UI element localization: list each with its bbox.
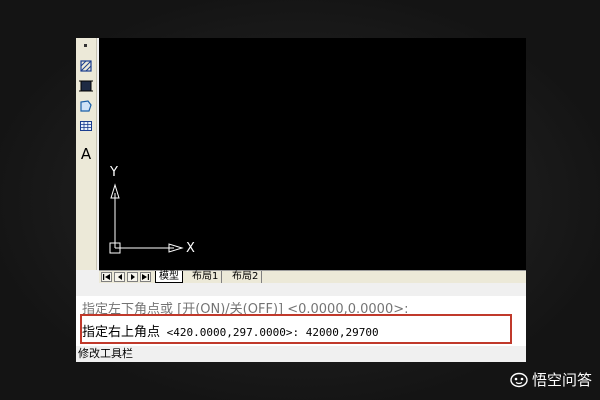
next-arrow-icon [130, 274, 135, 280]
first-tab-button[interactable] [101, 272, 112, 282]
ucs-icon [109, 183, 184, 254]
command-history-line: 指定左下角点或 [开(ON)/关(OFF)] <0.0000,0.0000>: [82, 302, 409, 314]
tab-model[interactable]: 模型 [155, 271, 183, 283]
command-default-value: <420.0000,297.0000>: [166, 326, 300, 339]
drawing-canvas[interactable]: Y X [99, 38, 526, 270]
multiline-text-icon[interactable]: A [78, 146, 94, 162]
status-bar: 修改工具栏 [76, 346, 526, 362]
multiline-text-glyph: A [80, 145, 92, 163]
command-prompt-line[interactable]: 指定右上角点 <420.0000,297.0000>: 42000,29700 [82, 321, 379, 340]
prev-tab-button[interactable] [114, 272, 125, 282]
x-axis-label: X [186, 241, 195, 256]
y-axis-label: Y [110, 165, 118, 180]
autocad-window: A Y X 模型 布局1 布局2 指定左下角点或 [开(ON)/关(OFF)] … [76, 38, 526, 362]
tab-layout2[interactable]: 布局2 [229, 271, 263, 283]
last-tab-button[interactable] [140, 272, 151, 282]
last-arrow-icon [142, 274, 149, 280]
command-input-value[interactable]: 42000,29700 [306, 326, 379, 339]
command-prompt-text: 指定右上角点 [82, 325, 161, 340]
next-tab-button[interactable] [127, 272, 138, 282]
status-label: 修改工具栏 [78, 347, 133, 360]
prev-arrow-icon [117, 274, 122, 280]
toolbar-grip[interactable] [84, 44, 87, 47]
region-icon[interactable] [78, 98, 94, 114]
tab-layout1[interactable]: 布局1 [189, 271, 223, 283]
gradient-icon[interactable] [78, 78, 94, 94]
watermark-text: 悟空问答 [531, 371, 592, 389]
command-window[interactable]: 指定左下角点或 [开(ON)/关(OFF)] <0.0000,0.0000>: … [76, 296, 526, 346]
draw-toolbar: A [76, 38, 97, 270]
hatch-icon[interactable] [78, 58, 94, 74]
watermark: 悟空问答 [510, 369, 592, 390]
table-icon[interactable] [78, 118, 94, 134]
first-arrow-icon [103, 274, 110, 280]
layout-tab-bar: 模型 布局1 布局2 [99, 270, 526, 283]
wukong-logo-icon [510, 372, 528, 387]
